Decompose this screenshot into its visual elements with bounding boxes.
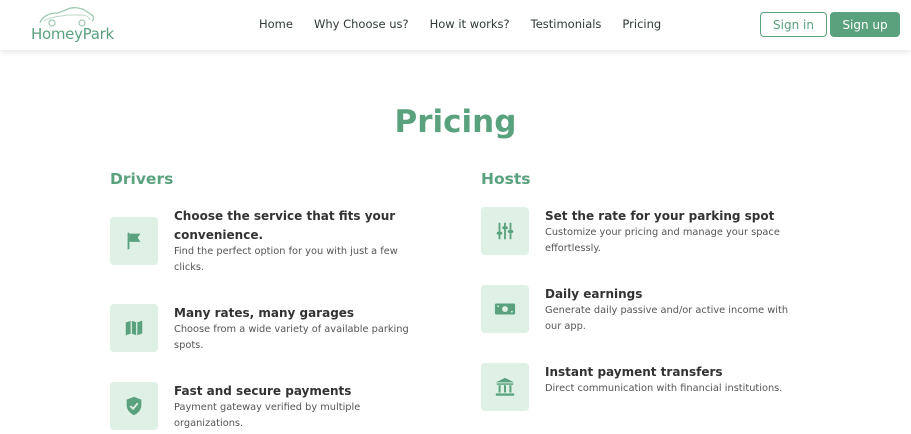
feature-title: Many rates, many garages [174,306,355,320]
feature-description: Choose from a wide variety of available … [174,324,409,351]
feature-title: Daily earnings [545,287,643,301]
feature-description: Find the perfect option for you with jus… [174,246,398,273]
feature-title: Choose the service that fits your conven… [174,209,396,242]
money-icon [481,285,529,333]
feature-description: Direct communication with financial inst… [545,383,783,394]
navbar: HomeyPark Home Why Choose us? How it wor… [0,0,911,50]
nav-how-it-works[interactable]: How it works? [430,17,510,31]
drivers-heading: Drivers [110,170,174,188]
flag-icon [110,217,158,265]
nav-why-choose-us[interactable]: Why Choose us? [314,17,409,31]
feature-description: Payment gateway verified by multiple org… [174,402,361,429]
feature-description: Customize your pricing and manage your s… [545,227,780,254]
hosts-heading: Hosts [481,170,531,188]
nav-testimonials[interactable]: Testimonials [531,17,602,31]
bank-icon [481,363,529,411]
signin-button[interactable]: Sign in [760,12,827,37]
sliders-icon [481,207,529,255]
page-title: Pricing [394,104,517,140]
feature-title: Fast and secure payments [174,384,352,398]
signup-button[interactable]: Sign up [830,12,900,37]
nav-pricing[interactable]: Pricing [622,17,661,31]
nav-home[interactable]: Home [259,17,293,31]
logo[interactable]: HomeyPark [28,5,114,45]
nav-links: Home Why Choose us? How it works? Testim… [259,17,682,31]
feature-description: Generate daily passive and/or active inc… [545,305,789,332]
logo-text: HomeyPark [31,25,114,43]
shield-check-icon [110,382,158,430]
feature-title: Set the rate for your parking spot [545,209,775,223]
map-icon [110,304,158,352]
feature-title: Instant payment transfers [545,365,723,379]
